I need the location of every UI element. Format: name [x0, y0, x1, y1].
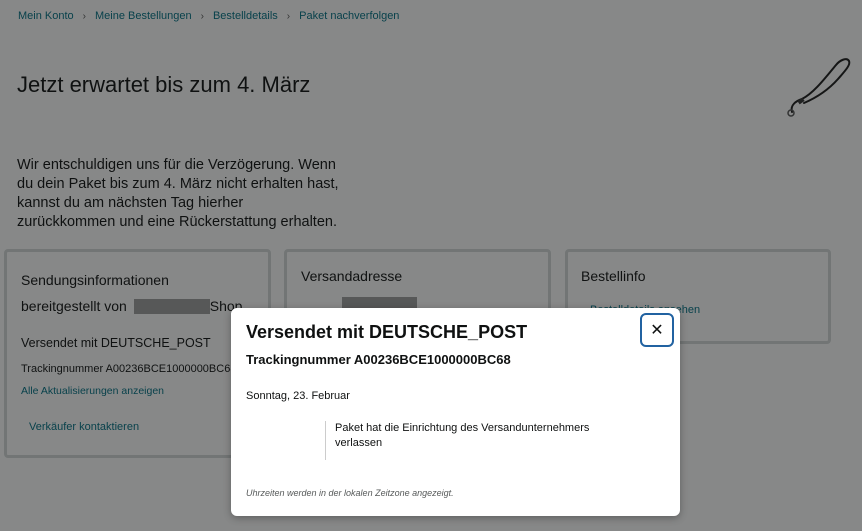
modal-tracking-number: Trackingnummer A00236BCE1000000BC68: [246, 352, 511, 367]
tracking-page: Mein Konto›Meine Bestellungen›Bestelldet…: [0, 0, 862, 531]
timezone-note: Uhrzeiten werden in der lokalen Zeitzone…: [246, 488, 454, 498]
modal-title: Versendet mit DEUTSCHE_POST: [246, 322, 528, 342]
close-icon: ✕: [650, 322, 664, 339]
tracking-details-modal: Versendet mit DEUTSCHE_POST Trackingnumm…: [231, 308, 680, 516]
tracking-event-text: verlassen: [335, 437, 383, 449]
tracking-event-text: Paket hat die Einrichtung des Versandunt…: [335, 422, 590, 434]
tracking-event: Paket hat die Einrichtung des Versandunt…: [325, 421, 635, 460]
close-button[interactable]: ✕: [640, 313, 674, 347]
event-date: Sonntag, 23. Februar: [246, 390, 350, 402]
